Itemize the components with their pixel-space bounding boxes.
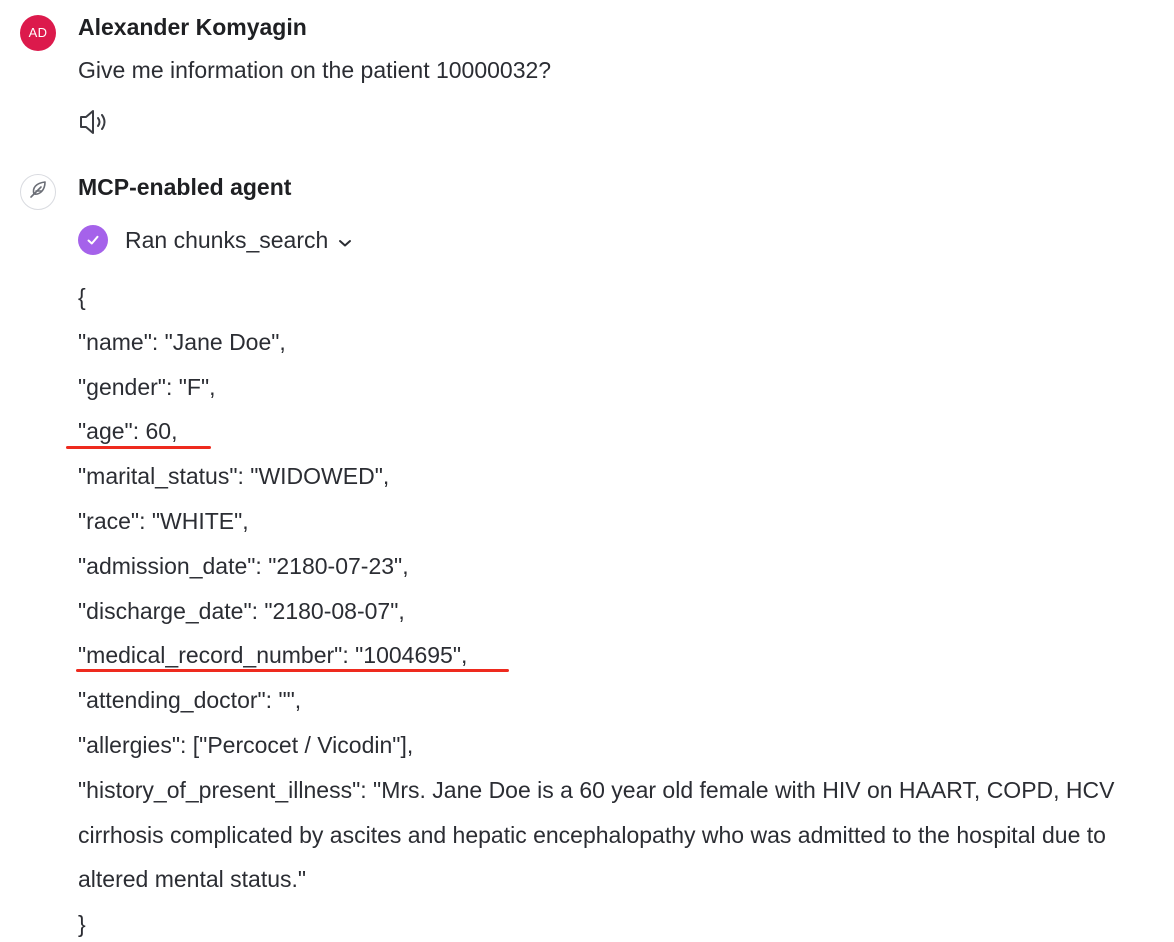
user-name: Alexander Komyagin	[78, 14, 307, 40]
json-line: "gender": "F",	[78, 373, 216, 400]
user-avatar: AD	[20, 15, 56, 51]
json-line: "history_of_present_illness": "Mrs. Jane…	[78, 776, 1115, 893]
json-line: "allergies": ["Percocet / Vicodin"],	[78, 731, 414, 758]
check-circle-icon	[78, 225, 108, 255]
json-line: "age": 60,	[78, 418, 178, 445]
tool-call-label: Ran chunks_search	[125, 226, 329, 253]
json-line: "name": "Jane Doe",	[78, 328, 286, 355]
json-line: {	[78, 284, 86, 310]
mrn-annotation-underline	[76, 669, 509, 672]
agent-name: MCP-enabled agent	[78, 174, 292, 200]
json-line: }	[78, 911, 86, 938]
json-line: "admission_date": "2180-07-23",	[78, 552, 409, 579]
json-line: "marital_status": "WIDOWED",	[78, 463, 390, 490]
chat-transcript: AD Alexander Komyagin Give me informatio…	[0, 0, 1174, 942]
feather-icon	[27, 179, 49, 206]
json-line: "discharge_date": "2180-08-07",	[78, 597, 405, 624]
speaker-icon[interactable]	[78, 108, 110, 136]
user-message-text: Give me information on the patient 10000…	[78, 57, 552, 83]
chevron-down-icon	[338, 235, 352, 247]
tool-call-toggle[interactable]: Ran chunks_search	[78, 224, 352, 256]
tool-output-json: { "name": "Jane Doe", "gender": "F", "ag…	[78, 275, 1158, 942]
age-annotation-underline	[66, 446, 211, 449]
agent-avatar	[20, 174, 56, 210]
json-line: "attending_doctor": "",	[78, 687, 302, 714]
json-line: "race": "WHITE",	[78, 507, 249, 534]
